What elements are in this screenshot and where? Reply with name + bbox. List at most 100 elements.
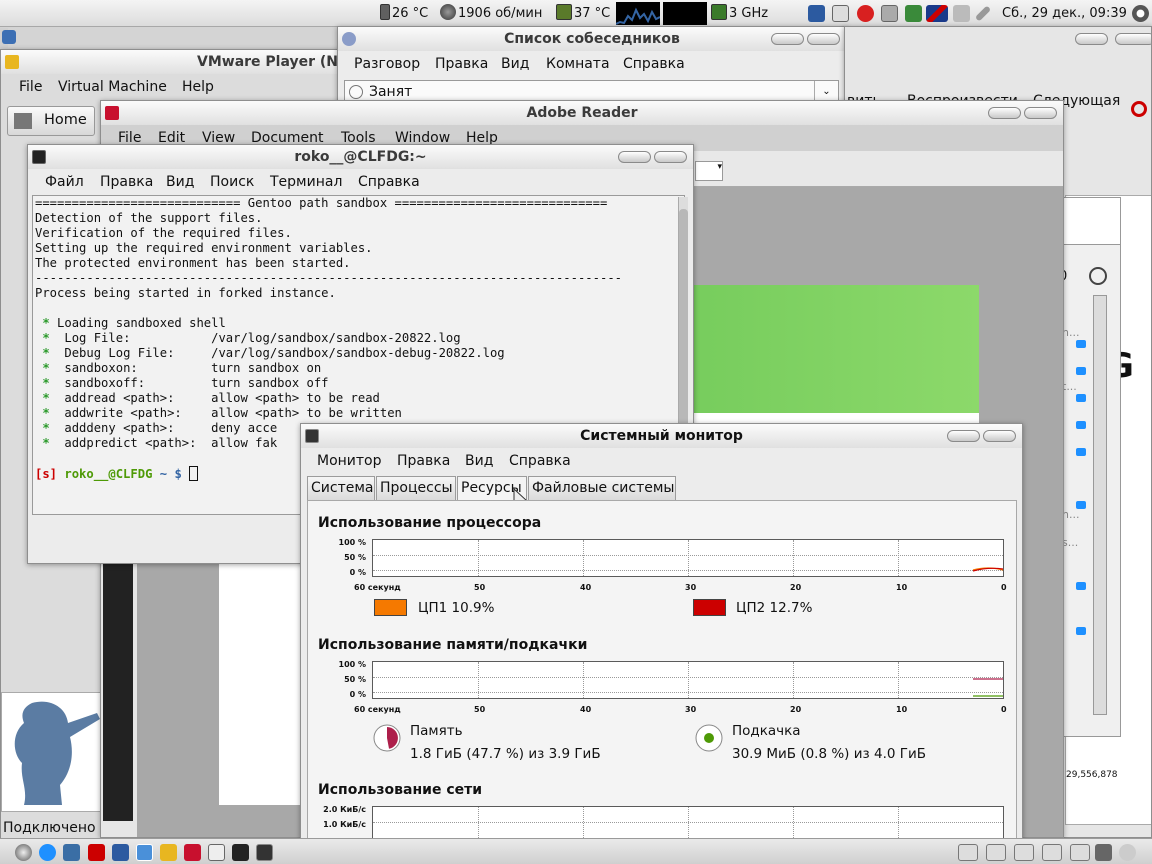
minimize-button[interactable] bbox=[988, 107, 1021, 119]
stop-icon[interactable] bbox=[857, 5, 874, 22]
x-tick: 40 bbox=[580, 583, 592, 592]
minimize-button[interactable] bbox=[1075, 33, 1108, 45]
network-icon[interactable] bbox=[905, 5, 922, 22]
maximize-button[interactable] bbox=[983, 430, 1016, 442]
swap-pie-icon[interactable] bbox=[694, 723, 724, 753]
cpu-temp-applet[interactable]: 26 °C bbox=[380, 4, 428, 23]
show-desktop-icon[interactable] bbox=[15, 844, 32, 861]
word-processor-icon[interactable] bbox=[136, 844, 153, 861]
playlist-scrollbar[interactable] bbox=[1093, 295, 1107, 715]
fan-speed-applet[interactable]: 1906 об/мин bbox=[440, 4, 542, 23]
vm-thumbnail[interactable] bbox=[1, 692, 105, 812]
memory-pie-icon[interactable] bbox=[372, 723, 402, 753]
music-note-icon[interactable] bbox=[808, 5, 825, 22]
menu-file[interactable]: File bbox=[19, 79, 42, 95]
cpu-load-graph[interactable] bbox=[615, 2, 661, 25]
memory-history-chart bbox=[372, 661, 1004, 699]
zoom-dropdown[interactable]: ▾ bbox=[695, 161, 723, 181]
sysmon-taskbar-icon[interactable] bbox=[256, 844, 273, 861]
tab-filesystems[interactable]: Файловые системы bbox=[528, 476, 676, 500]
workspace-2-icon[interactable] bbox=[986, 844, 1006, 861]
menu-help[interactable]: Справка bbox=[358, 174, 420, 190]
x-tick: 10 bbox=[896, 583, 908, 592]
x-tick: 0 bbox=[1001, 705, 1007, 714]
busy-status-icon bbox=[349, 85, 363, 99]
settings-icon[interactable] bbox=[1119, 844, 1136, 861]
menu-terminal[interactable]: Терминал bbox=[270, 174, 342, 190]
menu-virtual-machine[interactable]: Virtual Machine bbox=[58, 79, 167, 95]
cpu2-color-button[interactable] bbox=[693, 599, 726, 616]
workspace-1-icon[interactable] bbox=[958, 844, 978, 861]
messenger-icon[interactable] bbox=[63, 844, 80, 861]
cpu1-color-button[interactable] bbox=[374, 599, 407, 616]
uk-flag-icon[interactable] bbox=[926, 5, 948, 22]
volume-icon[interactable] bbox=[953, 5, 970, 22]
menu-monitor[interactable]: Монитор bbox=[317, 453, 382, 469]
menu-help[interactable]: Справка bbox=[623, 56, 685, 72]
workspace-4-icon[interactable] bbox=[1042, 844, 1062, 861]
workspace-5-icon[interactable] bbox=[1070, 844, 1090, 861]
no-entry-icon[interactable] bbox=[1131, 101, 1147, 117]
video-icon bbox=[1076, 501, 1086, 509]
mail-icon[interactable] bbox=[832, 5, 849, 22]
menu-edit[interactable]: Правка bbox=[435, 56, 488, 72]
maximize-button[interactable] bbox=[654, 151, 687, 163]
maximize-button[interactable] bbox=[1024, 107, 1057, 119]
home-button[interactable]: Home bbox=[7, 106, 95, 136]
menu-conversation[interactable]: Разговор bbox=[354, 56, 420, 72]
menu-view[interactable]: Вид bbox=[501, 56, 529, 72]
resources-page: Использование процессора 100 % 50 % 0 % … bbox=[307, 500, 1017, 838]
trash-icon[interactable] bbox=[1095, 844, 1112, 861]
menu-file[interactable]: Файл bbox=[45, 174, 84, 190]
power-icon[interactable] bbox=[1132, 5, 1149, 22]
cpu-load-sparkline bbox=[615, 7, 661, 25]
menu-room[interactable]: Комната bbox=[546, 56, 610, 72]
sysmon-menubar: Монитор Правка Вид Справка bbox=[301, 450, 1022, 474]
maximize-button[interactable] bbox=[807, 33, 840, 45]
document-icon[interactable] bbox=[208, 844, 225, 861]
video-app-icon[interactable] bbox=[88, 844, 105, 861]
maximize-button[interactable] bbox=[1115, 33, 1151, 45]
minimize-button[interactable] bbox=[771, 33, 804, 45]
sysmon-titlebar[interactable]: Системный монитор bbox=[301, 424, 1022, 448]
video-icon bbox=[1076, 582, 1086, 590]
tab-processes[interactable]: Процессы bbox=[376, 476, 456, 500]
menu-help[interactable]: Help bbox=[182, 79, 214, 95]
x-tick: 20 bbox=[790, 705, 802, 714]
y-tick: 1.0 КиБ/с bbox=[323, 820, 366, 829]
menu-edit[interactable]: Правка bbox=[397, 453, 450, 469]
minimize-button[interactable] bbox=[947, 430, 980, 442]
terminal-taskbar-icon[interactable] bbox=[232, 844, 249, 861]
terminal-line: ----------------------------------------… bbox=[35, 271, 622, 285]
clock[interactable]: Сб., 29 дек., 09:39 bbox=[1002, 4, 1127, 23]
tab-system[interactable]: Система bbox=[307, 476, 375, 500]
music-note-icon[interactable] bbox=[112, 844, 129, 861]
adobe-taskbar-icon[interactable] bbox=[184, 844, 201, 861]
vmware-taskbar-icon[interactable] bbox=[160, 844, 177, 861]
menu-view[interactable]: Вид bbox=[166, 174, 194, 190]
menu-search[interactable]: Поиск bbox=[210, 174, 254, 190]
menu-help[interactable]: Справка bbox=[509, 453, 571, 469]
brightness-icon[interactable] bbox=[974, 5, 992, 22]
skype-icon[interactable] bbox=[39, 844, 56, 861]
minimize-button[interactable] bbox=[618, 151, 651, 163]
cpu-freq-applet[interactable]: 3 GHz bbox=[711, 4, 768, 23]
menu-edit[interactable]: Правка bbox=[100, 174, 153, 190]
buddy-list-titlebar[interactable]: Список собеседников bbox=[338, 27, 846, 51]
terminal-line: * Debug Log File: /var/log/sandbox/sandb… bbox=[42, 346, 505, 360]
terminal-line: Verification of the required files. bbox=[35, 226, 292, 240]
x-tick: 50 bbox=[474, 583, 486, 592]
screen-icon[interactable] bbox=[881, 5, 898, 22]
clock-icon[interactable] bbox=[1089, 267, 1107, 285]
vmware-titlebar[interactable]: VMware Player (Non bbox=[1, 50, 344, 74]
terminal-titlebar[interactable]: roko__@CLFDG:~ bbox=[28, 145, 693, 169]
adobe-titlebar[interactable]: Adobe Reader bbox=[101, 101, 1063, 125]
search-box[interactable] bbox=[1057, 197, 1121, 245]
playlist-list: n... t... n... s... bbox=[1057, 207, 1121, 737]
home-icon bbox=[14, 113, 32, 129]
menu-view[interactable]: Вид bbox=[465, 453, 493, 469]
workspace-3-icon[interactable] bbox=[1014, 844, 1034, 861]
gpu-temp-applet[interactable]: 37 °C bbox=[556, 4, 610, 23]
network-load-graph[interactable] bbox=[663, 2, 707, 25]
